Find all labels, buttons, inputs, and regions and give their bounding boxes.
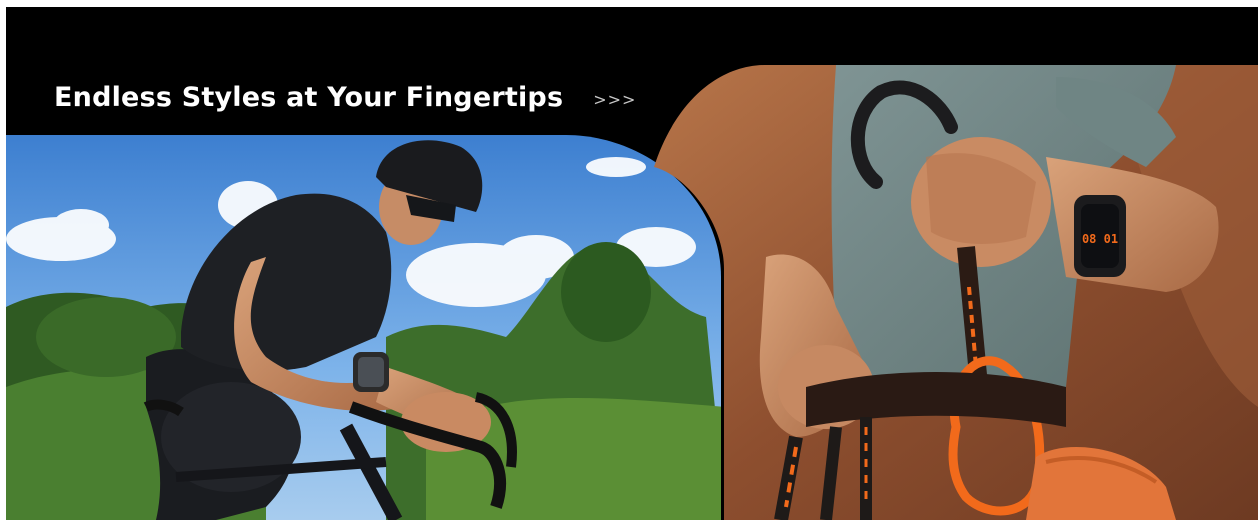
more-arrows-link[interactable]: >>>: [593, 86, 636, 109]
climbing-photo: 08 01: [654, 65, 1258, 520]
page: 08 01 Endless Styles at Your Fingertips …: [0, 0, 1258, 520]
cycling-photo: [6, 135, 721, 520]
watch-face-text: 08 01: [1082, 232, 1118, 246]
promo-banner: 08 01 Endless Styles at Your Fingertips …: [6, 7, 1258, 520]
banner-headline: Endless Styles at Your Fingertips: [54, 82, 564, 113]
heading-row: Endless Styles at Your Fingertips >>>: [54, 82, 636, 113]
